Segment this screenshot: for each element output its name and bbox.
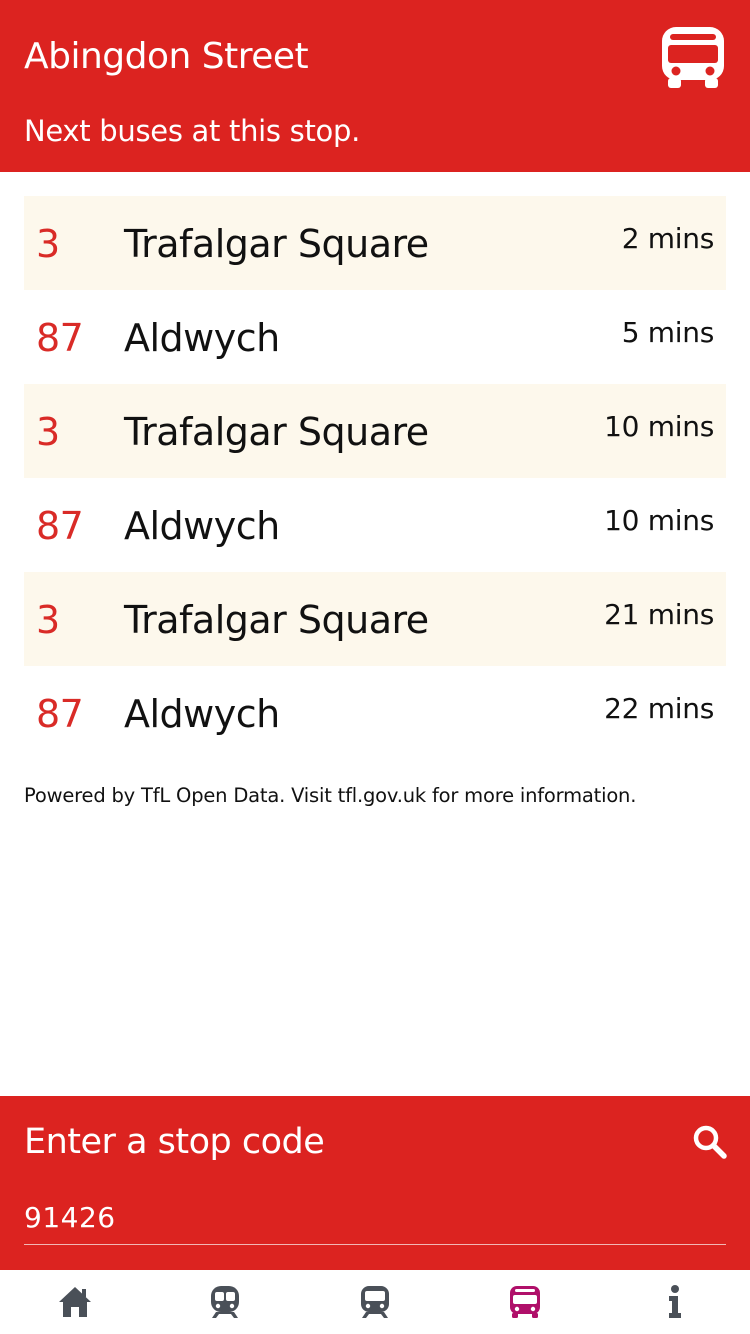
eta: 5 mins <box>621 316 715 349</box>
route-number: 87 <box>36 316 84 360</box>
destination: Aldwych <box>124 316 280 360</box>
tab-tube[interactable] <box>150 1270 300 1334</box>
arrivals-list: 3 Trafalgar Square 2 mins 87 Aldwych 5 m… <box>24 196 726 760</box>
search-label: Enter a stop code <box>24 1122 325 1162</box>
tab-bar <box>0 1270 750 1334</box>
destination: Trafalgar Square <box>124 222 429 266</box>
route-number: 3 <box>36 410 60 454</box>
tube-train-icon <box>211 1286 239 1318</box>
eta: 10 mins <box>604 504 714 537</box>
stop-subtitle: Next buses at this stop. <box>24 114 360 148</box>
eta: 22 mins <box>604 692 714 725</box>
home-icon <box>59 1287 91 1317</box>
stop-search-panel: Enter a stop code <box>0 1096 750 1270</box>
destination: Aldwych <box>124 692 280 736</box>
arrival-row[interactable]: 87 Aldwych 5 mins <box>24 290 726 384</box>
arrival-row[interactable]: 3 Trafalgar Square 21 mins <box>24 572 726 666</box>
stop-title: Abingdon Street <box>24 36 309 77</box>
eta: 21 mins <box>604 598 714 631</box>
route-number: 87 <box>36 504 84 548</box>
eta: 10 mins <box>604 410 714 443</box>
arrival-row[interactable]: 87 Aldwych 10 mins <box>24 478 726 572</box>
route-number: 3 <box>36 598 60 642</box>
stop-code-input[interactable] <box>24 1190 726 1245</box>
info-icon <box>669 1285 681 1318</box>
destination: Trafalgar Square <box>124 598 429 642</box>
tab-rail[interactable] <box>300 1270 450 1334</box>
route-number: 3 <box>36 222 60 266</box>
arrival-row[interactable]: 3 Trafalgar Square 2 mins <box>24 196 726 290</box>
destination: Aldwych <box>124 504 280 548</box>
arrival-row[interactable]: 3 Trafalgar Square 10 mins <box>24 384 726 478</box>
tab-bus[interactable] <box>450 1270 600 1334</box>
arrival-row[interactable]: 87 Aldwych 22 mins <box>24 666 726 760</box>
bus-icon <box>662 27 724 88</box>
attribution-text: Powered by TfL Open Data. Visit tfl.gov.… <box>24 784 637 807</box>
bus-icon <box>510 1286 540 1318</box>
destination: Trafalgar Square <box>124 410 429 454</box>
header: Abingdon Street Next buses at this stop. <box>0 0 750 172</box>
tab-info[interactable] <box>600 1270 750 1334</box>
tab-home[interactable] <box>0 1270 150 1334</box>
eta: 2 mins <box>621 222 715 255</box>
rail-train-icon <box>361 1286 389 1318</box>
route-number: 87 <box>36 692 84 736</box>
search-icon[interactable] <box>692 1124 728 1160</box>
